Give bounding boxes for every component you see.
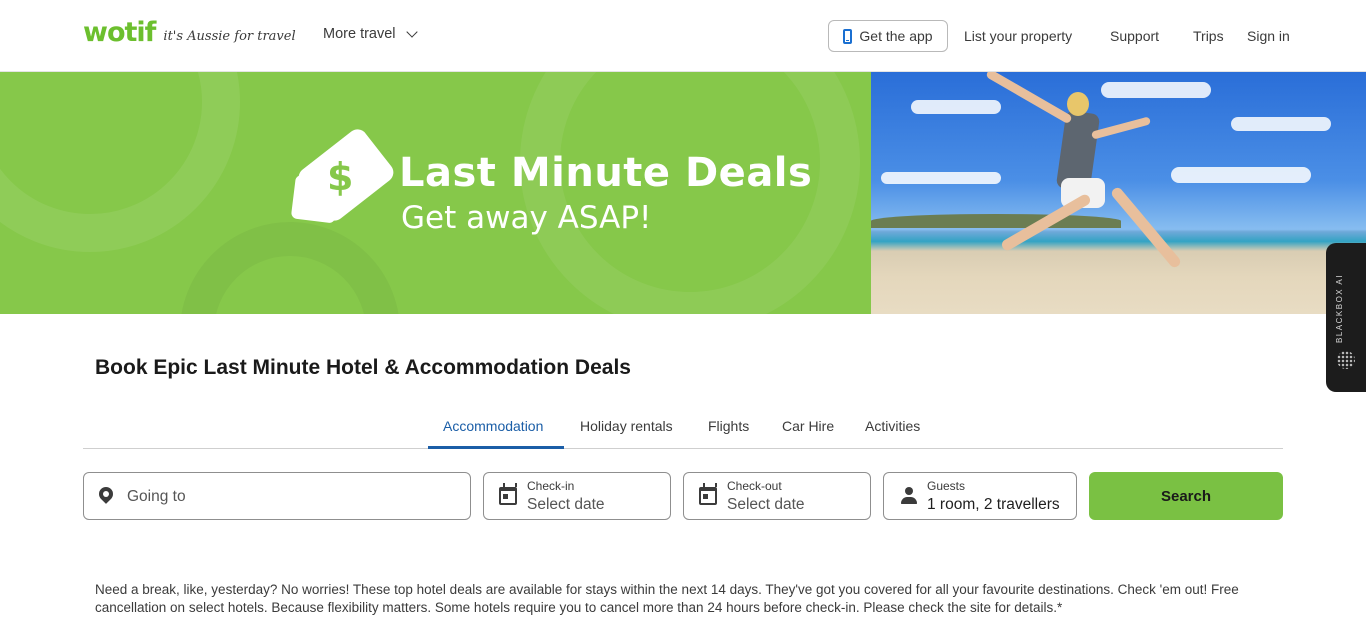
cloud xyxy=(881,172,1001,184)
cloud xyxy=(911,100,1001,114)
jumping-person-arm xyxy=(985,72,1073,125)
distant-island xyxy=(871,214,1121,228)
list-your-property-link[interactable]: List your property xyxy=(964,28,1072,44)
more-travel-label: More travel xyxy=(323,26,396,42)
dollar-sign: $ xyxy=(326,154,354,199)
destination-placeholder: Going to xyxy=(127,488,186,505)
tab-car-hire[interactable]: Car Hire xyxy=(782,418,834,434)
search-tabs: Accommodation Holiday rentals Flights Ca… xyxy=(83,410,1283,449)
logo-wordmark: wotif xyxy=(83,17,156,48)
more-travel-menu[interactable]: More travel xyxy=(323,25,418,42)
mobile-phone-icon xyxy=(843,28,853,44)
wotif-logo[interactable]: wotif it's Aussie for travel xyxy=(83,18,296,48)
person-icon xyxy=(900,487,918,505)
support-link[interactable]: Support xyxy=(1110,28,1159,44)
decorative-circle xyxy=(180,222,400,314)
cloud xyxy=(1171,167,1311,183)
hero-banner[interactable]: $ Last Minute Deals Get away ASAP! xyxy=(0,72,1366,314)
decorative-circle xyxy=(0,72,240,252)
page-title: Book Epic Last Minute Hotel & Accommodat… xyxy=(95,356,631,379)
chevron-down-icon xyxy=(405,25,418,38)
guests-label: Guests xyxy=(927,479,966,493)
sign-in-link[interactable]: Sign in xyxy=(1247,28,1290,44)
beach-jump-photo xyxy=(871,72,1366,314)
tab-activities[interactable]: Activities xyxy=(865,418,920,434)
search-button[interactable]: Search xyxy=(1089,472,1283,520)
site-header: wotif it's Aussie for travel More travel… xyxy=(0,0,1366,72)
active-tab-indicator xyxy=(428,446,564,449)
get-the-app-label: Get the app xyxy=(859,28,933,44)
check-in-field[interactable]: Check-in Select date xyxy=(483,472,671,520)
tab-holiday-rentals[interactable]: Holiday rentals xyxy=(580,418,673,434)
blackbox-ai-label: BLACKBOX AI xyxy=(1335,274,1344,343)
logo-tagline: it's Aussie for travel xyxy=(163,29,296,44)
check-out-label: Check-out xyxy=(727,479,782,493)
check-in-value: Select date xyxy=(527,496,605,513)
banner-subtitle: Get away ASAP! xyxy=(401,200,652,236)
guests-value: 1 room, 2 travellers xyxy=(927,496,1060,513)
banner-promo-panel: $ Last Minute Deals Get away ASAP! xyxy=(0,72,871,314)
check-out-field[interactable]: Check-out Select date xyxy=(683,472,871,520)
price-tag-icon: $ xyxy=(294,125,398,225)
tab-accommodation[interactable]: Accommodation xyxy=(443,418,543,434)
trips-link[interactable]: Trips xyxy=(1193,28,1224,44)
calendar-icon xyxy=(699,483,717,505)
get-the-app-button[interactable]: Get the app xyxy=(828,20,948,52)
check-in-label: Check-in xyxy=(527,479,575,493)
intro-paragraph: Need a break, like, yesterday? No worrie… xyxy=(95,582,1239,615)
banner-title: Last Minute Deals xyxy=(399,150,813,196)
tab-flights[interactable]: Flights xyxy=(708,418,749,434)
check-out-value: Select date xyxy=(727,496,805,513)
blackbox-ai-icon xyxy=(1337,351,1355,369)
calendar-icon xyxy=(499,483,517,505)
destination-input[interactable]: Going to xyxy=(83,472,471,520)
cloud xyxy=(1101,82,1211,98)
jumping-person-head xyxy=(1067,92,1089,116)
blackbox-ai-sidebar-tab[interactable]: BLACKBOX AI xyxy=(1326,243,1366,392)
location-pin-icon xyxy=(96,484,116,504)
guests-field[interactable]: Guests 1 room, 2 travellers xyxy=(883,472,1077,520)
jumping-person-arm xyxy=(1090,116,1152,140)
cloud xyxy=(1231,117,1331,131)
